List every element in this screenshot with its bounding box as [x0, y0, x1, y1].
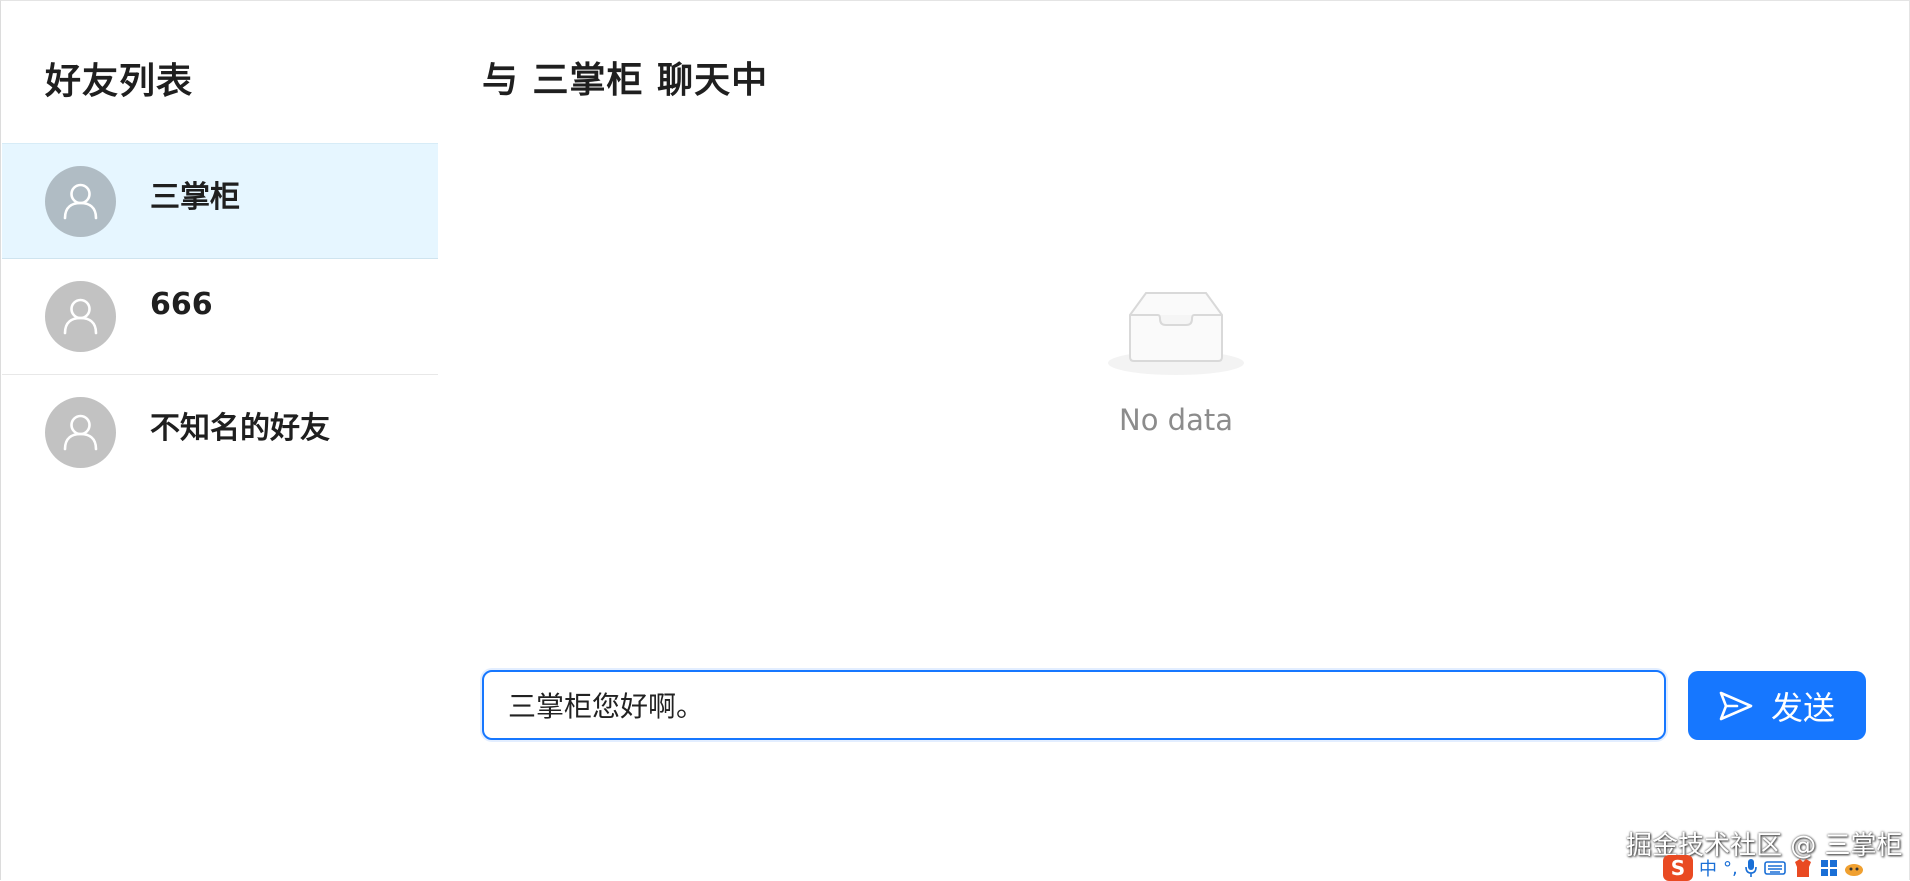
avatar	[45, 397, 116, 468]
send-button[interactable]: 发送	[1688, 671, 1866, 740]
user-icon	[63, 298, 98, 335]
friend-item[interactable]: 666	[2, 259, 438, 375]
app-window: 好友列表 三掌柜 666 不知名的好友 与 三掌柜 聊天中 No data 三掌…	[0, 0, 1910, 881]
friend-name: 三掌柜	[150, 180, 240, 215]
ime-toolbar: S 中 °,	[1663, 855, 1910, 881]
skin-icon[interactable]	[1792, 858, 1814, 878]
sidebar-title: 好友列表	[45, 61, 194, 102]
toolbox-icon[interactable]	[1820, 859, 1838, 877]
friend-name: 不知名的好友	[150, 411, 330, 446]
friend-list: 三掌柜 666 不知名的好友	[2, 143, 438, 491]
ime-mode[interactable]: 中	[1699, 855, 1717, 881]
empty-text: No data	[1119, 403, 1233, 437]
send-label: 发送	[1770, 688, 1835, 727]
message-input[interactable]	[482, 670, 1666, 740]
user-icon	[63, 183, 98, 220]
empty-state: No data	[1081, 283, 1271, 443]
ime-punct[interactable]: °,	[1723, 858, 1738, 879]
friend-sidebar: 好友列表 三掌柜 666 不知名的好友	[2, 2, 438, 880]
avatar	[45, 166, 116, 237]
avatar	[45, 281, 116, 352]
keyboard-icon[interactable]	[1763, 860, 1786, 876]
friend-item[interactable]: 不知名的好友	[2, 375, 438, 491]
ime-logo[interactable]: S	[1663, 855, 1693, 881]
chat-title: 与 三掌柜 聊天中	[482, 60, 769, 101]
microphone-icon[interactable]	[1744, 858, 1758, 878]
send-icon	[1719, 691, 1753, 720]
friend-name: 666	[150, 287, 213, 322]
empty-inbox-icon	[1108, 292, 1244, 375]
friend-item-active[interactable]: 三掌柜	[2, 143, 438, 259]
mascot-icon[interactable]	[1844, 859, 1864, 877]
user-icon	[63, 414, 98, 451]
